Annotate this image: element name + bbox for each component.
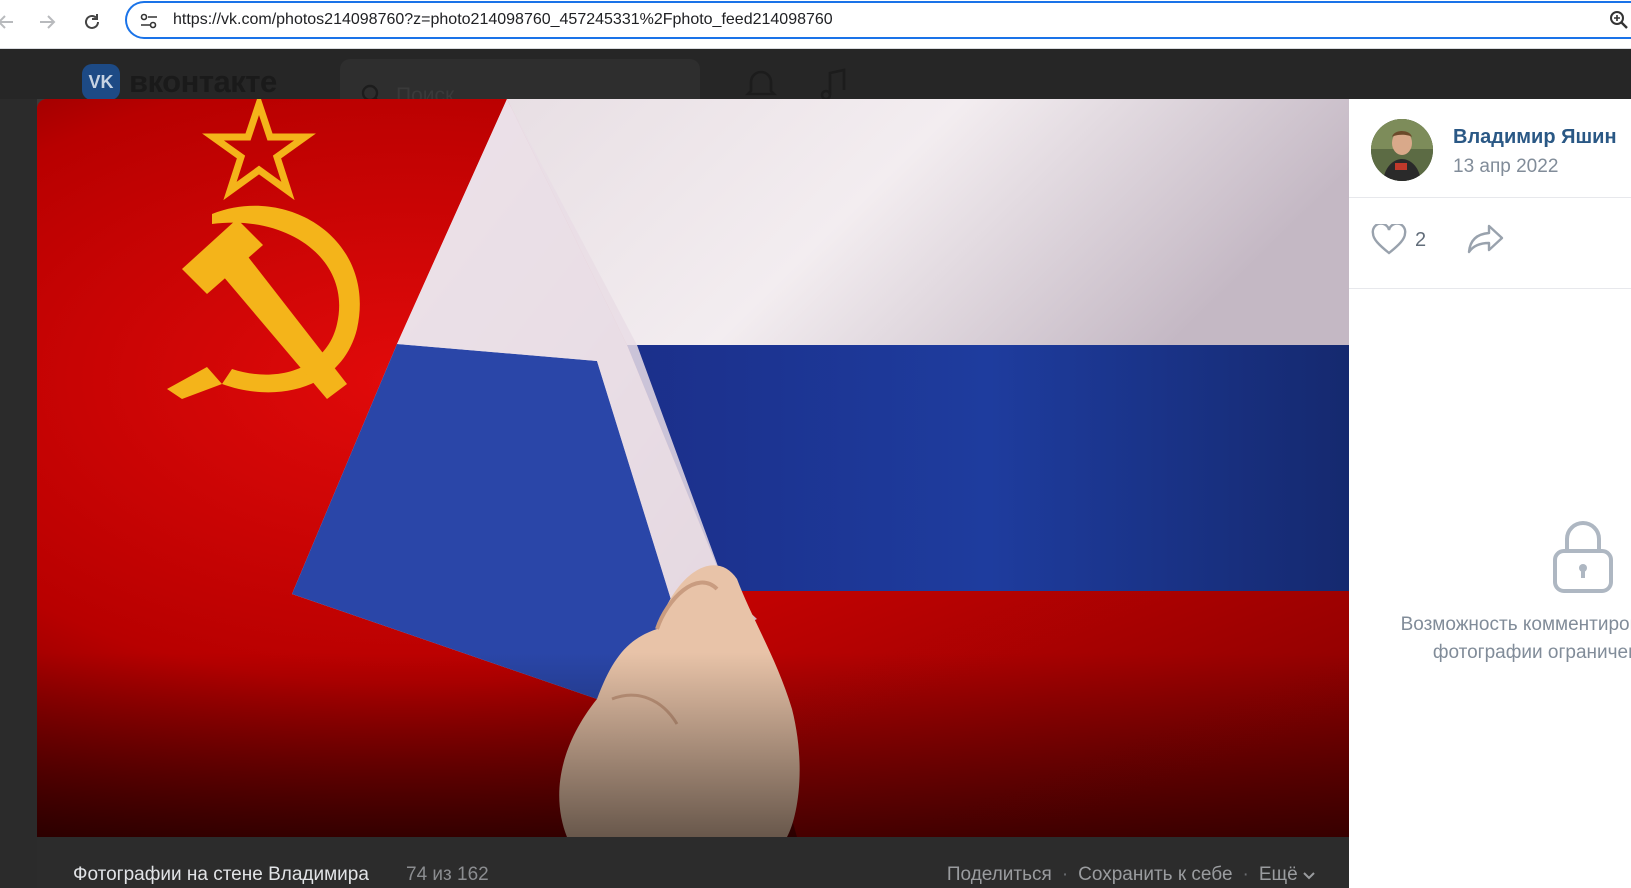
share-arrow-icon[interactable] [1467,224,1505,254]
vk-logo-mark: VK [82,64,120,100]
chevron-down-icon [1303,872,1315,880]
back-arrow-icon [0,15,13,29]
separator: · [1242,864,1249,885]
author-name-link[interactable]: Владимир Яшин [1453,126,1617,149]
comments-closed-line1: Возможность комментирования [1400,614,1631,635]
reload-icon [85,14,99,29]
zoom-icon[interactable] [1609,10,1631,32]
photo-image[interactable] [37,99,1349,837]
more-label: Ещё [1258,864,1298,885]
forward-arrow-icon [40,15,56,29]
vk-logo[interactable]: VK вконтакте [82,64,277,100]
author-avatar[interactable] [1371,119,1433,181]
photo-footer: Фотографии на стене Владимира 74 из 162 … [37,837,1349,888]
comments-closed-line2: фотографии ограничена [1432,642,1631,663]
comments-closed-notice: Возможность комментирования фотографии о… [1391,611,1631,667]
more-menu-button[interactable]: Ещё [1259,864,1315,886]
site-settings-icon[interactable] [137,9,161,33]
page-background [0,99,37,888]
vk-header: VK вконтакте Поиск [0,49,1631,109]
photo-counter: 74 из 162 [406,864,489,885]
reload-button[interactable] [78,8,106,36]
share-link[interactable]: Поделиться [947,864,1052,886]
like-button[interactable]: 2 [1371,220,1426,260]
author-block: Владимир Яшин 13 апр 2022 [1349,99,1631,198]
like-count: 2 [1415,228,1427,251]
lock-icon [1553,521,1613,593]
vk-logo-text: вконтакте [129,64,277,99]
browser-toolbar: https://vk.com/photos214098760?z=photo21… [0,0,1631,49]
photo-info-panel: Владимир Яшин 13 апр 2022 2 Возможность … [1349,99,1631,888]
album-title-link[interactable]: Фотографии на стене Владимира [73,864,369,886]
music-icon[interactable] [818,67,850,101]
photo-actions: Поделиться · Сохранить к себе · Ещё [947,864,1315,886]
forward-button[interactable] [33,8,61,36]
back-button[interactable] [0,8,20,36]
bell-icon[interactable] [745,67,777,101]
separator: · [1061,864,1069,885]
heart-icon [1371,224,1407,255]
post-date[interactable]: 13 апр 2022 [1453,156,1558,178]
reactions-row: 2 [1349,198,1631,289]
save-to-self-link[interactable]: Сохранить к себе [1078,864,1232,886]
url-text[interactable]: https://vk.com/photos214098760?z=photo21… [173,11,833,29]
address-bar[interactable]: https://vk.com/photos214098760?z=photo21… [125,1,1631,39]
